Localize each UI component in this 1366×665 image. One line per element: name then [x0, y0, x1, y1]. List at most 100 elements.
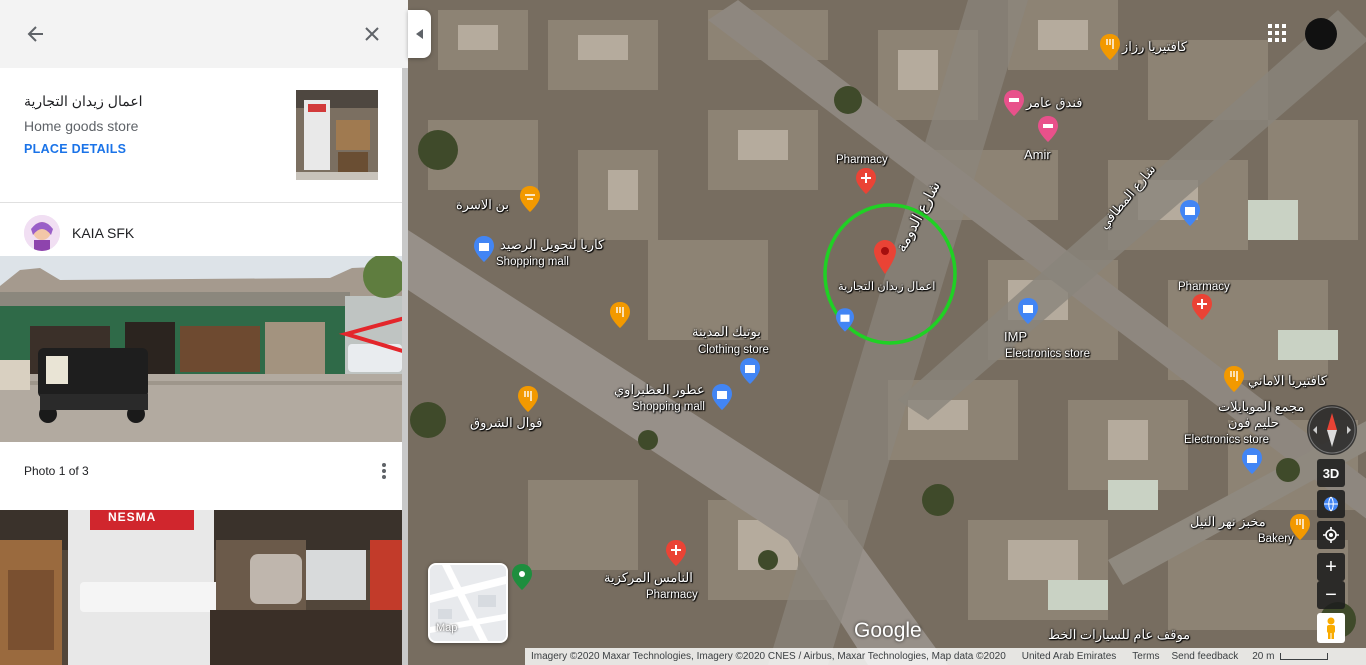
restaurant-icon: [1224, 366, 1244, 392]
sign-text: NESMA: [108, 510, 157, 524]
more-vertical-icon: [382, 463, 386, 479]
poi-label: كافتيريا رزاز: [1122, 39, 1188, 54]
compass-button[interactable]: [1307, 405, 1357, 455]
poi-sublabel: Clothing store: [698, 344, 769, 356]
account-avatar-button[interactable]: [1305, 18, 1337, 50]
poi-green-marker[interactable]: [512, 564, 532, 595]
map-layer-switcher[interactable]: Map: [428, 563, 508, 643]
zoom-out-button[interactable]: −: [1317, 581, 1345, 609]
poi-label: كاريا لتحويل الرصيد: [500, 237, 605, 252]
bakery-icon: [1290, 514, 1310, 540]
poi-label: فوال الشروق: [470, 415, 543, 430]
poi-sublabel: Shopping mall: [496, 256, 569, 268]
close-button[interactable]: [356, 18, 388, 50]
hotel-icon: [1038, 116, 1058, 142]
globe-view-button[interactable]: [1317, 490, 1345, 518]
poi-atbarawi-perfumes[interactable]: [712, 384, 732, 415]
storefront-photo: [0, 256, 402, 442]
selected-place-label: اعمال زيدان التجارية: [838, 281, 936, 293]
maps-window: اعمال زيدان التجارية Home goods store PL…: [0, 0, 1366, 665]
back-button[interactable]: [20, 18, 52, 50]
poi-label: Pharmacy: [1178, 281, 1230, 293]
poi-medina-boutique[interactable]: [740, 358, 760, 389]
poi-mobile-complex[interactable]: [1242, 448, 1262, 479]
terms-link[interactable]: Terms: [1132, 651, 1159, 662]
poi-ibn-alosra[interactable]: [520, 186, 540, 217]
pharmacy-icon: [1192, 294, 1212, 320]
shopping-icon: [1242, 448, 1262, 474]
scale-label[interactable]: 20 m: [1252, 651, 1274, 662]
selected-place-pin-icon[interactable]: [874, 240, 896, 274]
poi-alnamis-pharmacy[interactable]: [666, 540, 686, 571]
place-card: اعمال زيدان التجارية Home goods store PL…: [0, 68, 402, 203]
place-details-link[interactable]: PLACE DETAILS: [24, 142, 126, 156]
restaurant-icon: [1100, 34, 1120, 60]
shopping-icon: [740, 358, 760, 384]
next-photo[interactable]: NESMA: [0, 510, 402, 665]
poi-hotel-amir[interactable]: [1038, 116, 1058, 147]
satellite-imagery: [408, 0, 1366, 665]
poi-label: IMP: [1004, 329, 1028, 344]
poi-label: بوتيك المدينة: [692, 324, 761, 339]
poi-money-transfer[interactable]: [474, 236, 494, 267]
poi-shorouq-foul[interactable]: [518, 386, 538, 417]
panel-header: [0, 0, 408, 68]
imagery-attribution: Imagery ©2020 Maxar Technologies, Imager…: [531, 651, 1006, 662]
poi-label: Amir: [1024, 147, 1051, 162]
pharmacy-icon: [856, 168, 876, 194]
poi-sublabel: Bakery: [1258, 533, 1294, 545]
collapse-panel-button[interactable]: [408, 10, 431, 58]
poi-small-shopping[interactable]: [836, 308, 854, 337]
poi-label: مجمع الموبايلات: [1218, 399, 1305, 414]
crosshair-icon: [1323, 527, 1339, 543]
poi-shopping-east[interactable]: [1180, 200, 1200, 231]
poi-nile-bakery[interactable]: [1290, 514, 1310, 545]
region-link[interactable]: United Arab Emirates: [1022, 651, 1117, 662]
poi-sublabel: Pharmacy: [646, 589, 698, 601]
poi-cafeteria-razaz[interactable]: [1100, 34, 1120, 65]
apps-grid-icon: [1268, 24, 1286, 42]
poi-pharmacy-2[interactable]: [1192, 294, 1212, 325]
arrow-left-icon: [27, 26, 43, 42]
satellite-map[interactable]: شارع الدومة شارع المطافي اعمال زيدان الت…: [408, 0, 1366, 665]
photo-author-row[interactable]: KAIA SFK: [0, 204, 402, 256]
more-options-button[interactable]: [372, 458, 396, 484]
restaurant-icon: [610, 302, 630, 328]
shopping-icon: [836, 308, 854, 332]
store-thumbnail-image: [296, 90, 378, 180]
poi-sublabel-ar: حليم فون: [1228, 415, 1280, 430]
poi-restaurant-2[interactable]: [610, 302, 630, 333]
zoom-in-button[interactable]: +: [1317, 553, 1345, 581]
author-name: KAIA SFK: [72, 225, 135, 241]
restaurant-icon: [518, 386, 538, 412]
poi-imp-electronics[interactable]: [1018, 298, 1038, 329]
apps-button[interactable]: [1266, 22, 1288, 44]
street-photo[interactable]: [0, 256, 402, 442]
send-feedback-link[interactable]: Send feedback: [1172, 651, 1239, 662]
place-name: اعمال زيدان التجارية: [24, 93, 143, 109]
poi-label: مخبز نهر النيل: [1190, 514, 1266, 529]
store-interior-photo: [0, 510, 402, 665]
poi-label: فندق عامر: [1026, 95, 1083, 110]
poi-label: بن الاسرة: [456, 197, 510, 212]
globe-icon: [1324, 496, 1338, 512]
poi-pharmacy-1[interactable]: [856, 168, 876, 199]
poi-cafeteria-alamani[interactable]: [1224, 366, 1244, 397]
street-view-pegman-button[interactable]: [1317, 613, 1345, 643]
3d-toggle-button[interactable]: 3D: [1317, 459, 1345, 487]
my-location-button[interactable]: [1317, 521, 1345, 549]
compass-icon: [1308, 406, 1356, 454]
scale-bar: [1280, 653, 1329, 660]
poi-label: النامس المركزية: [604, 570, 693, 585]
photo-counter: Photo 1 of 3: [24, 464, 89, 478]
pegman-icon: [1327, 617, 1335, 639]
place-thumbnail[interactable]: [296, 90, 378, 180]
avatar: [24, 215, 60, 251]
poi-hotel-amer[interactable]: [1004, 90, 1024, 121]
caret-left-icon: [415, 29, 423, 39]
photo-side-panel: اعمال زيدان التجارية Home goods store PL…: [0, 0, 408, 665]
park-icon: [512, 564, 532, 590]
poi-label: عطور العطبراوي: [614, 382, 705, 397]
shopping-icon: [1018, 298, 1038, 324]
shopping-icon: [1180, 200, 1200, 226]
